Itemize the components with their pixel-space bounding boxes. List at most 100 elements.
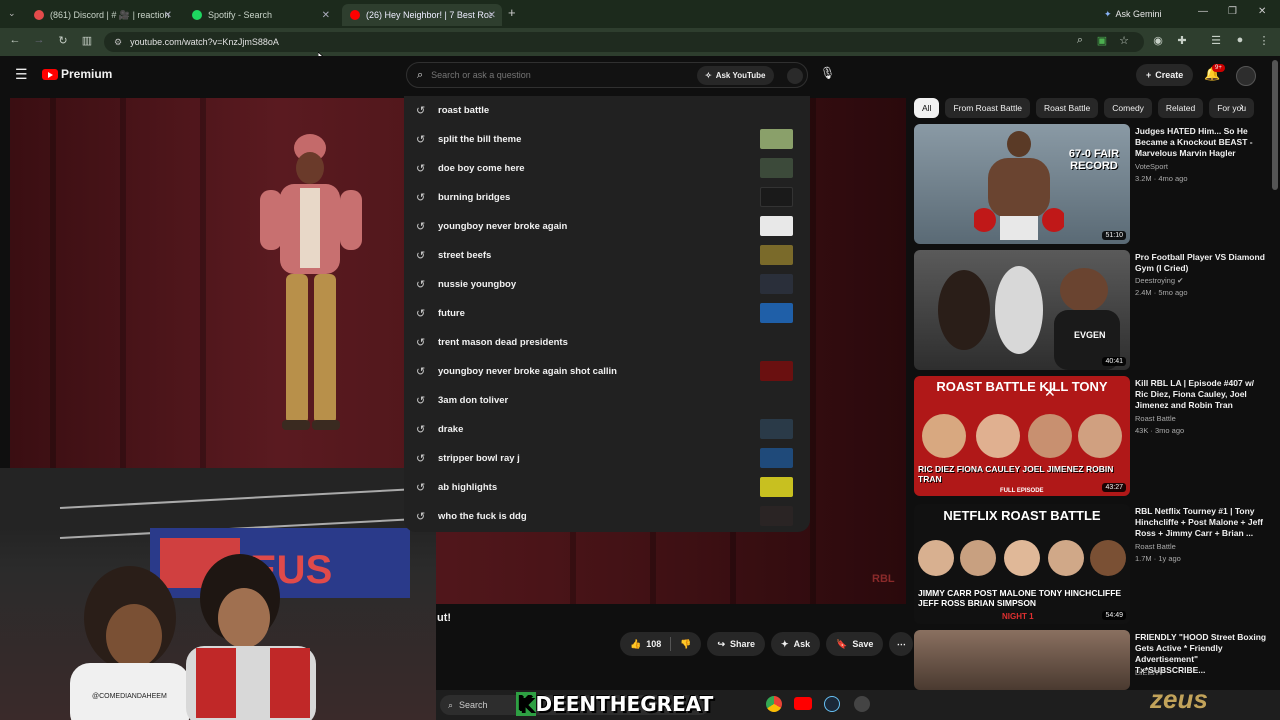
chip-comedy[interactable]: Comedy <box>1104 98 1152 118</box>
video-meta: 43K · 3mo ago <box>1135 426 1185 435</box>
address-bar[interactable]: ⚙ youtube.com/watch?v=KnzJjmS88oA <box>104 32 1144 52</box>
suggestion-item[interactable]: ↺ drake <box>404 415 810 443</box>
bookmark-star-icon[interactable]: ☆ <box>1116 34 1132 47</box>
tab-discord[interactable]: (861) Discord | # 🎥 | reactions ✕ <box>26 4 178 26</box>
window-close-icon[interactable]: ✕ <box>1258 6 1266 17</box>
close-icon[interactable]: ✕ <box>322 10 330 21</box>
video-thumbnail[interactable]: NETFLIX ROAST BATTLE JIMMY CARR POST MAL… <box>914 504 1130 624</box>
video-thumbnail[interactable]: 67-0 FAIR RECORD 51:10 <box>914 124 1130 244</box>
video-thumbnail[interactable]: EVGEN 40:41 <box>914 250 1130 370</box>
comedian-faces <box>918 540 1126 576</box>
hamburger-menu-icon[interactable]: ☰ <box>15 66 28 83</box>
video-title[interactable]: Kill RBL LA | Episode #407 w/ Ric Diez, … <box>1135 378 1267 411</box>
channel-name[interactable]: LilElisTv <box>1135 668 1163 677</box>
suggestion-item[interactable]: ↺ burning bridges <box>404 183 810 211</box>
thumbs-down-icon[interactable]: 👎 <box>680 639 691 650</box>
search-input[interactable] <box>431 70 682 80</box>
site-info-icon[interactable]: ⚙ <box>114 37 122 48</box>
suggestion-item[interactable]: ↺ roast battle <box>404 96 810 124</box>
suggestion-item[interactable]: ↺ ab highlights <box>404 473 810 501</box>
suggestion-item[interactable]: ↺ 3am don toliver <box>404 386 810 414</box>
recommendation-card[interactable]: EVGEN 40:41 Pro Football Player VS Diamo… <box>914 250 1267 370</box>
tab-spotify[interactable]: Spotify - Search ✕ <box>184 4 336 26</box>
app-icon[interactable] <box>854 696 870 712</box>
reload-icon[interactable]: ↻ <box>55 34 71 47</box>
suggestion-text: drake <box>438 423 464 435</box>
close-icon[interactable]: ✕ <box>164 10 172 21</box>
profile-icon[interactable]: ● <box>1232 34 1248 46</box>
video-thumbnail[interactable]: ROAST BATTLE KILL TONY RIC DIEZ FIONA CA… <box>914 376 1130 496</box>
suggestion-item[interactable]: ↺ youngboy never broke again shot callin <box>404 357 810 385</box>
suggestion-item[interactable]: ↺ split the bill theme <box>404 125 810 153</box>
video-title[interactable]: Pro Football Player VS Diamond Gym (I Cr… <box>1135 252 1267 274</box>
youtube-app-icon[interactable] <box>794 697 812 710</box>
extension-icon[interactable]: ▣ <box>1094 34 1110 47</box>
back-icon[interactable]: ← <box>7 34 23 46</box>
chip-roast-battle[interactable]: Roast Battle <box>1035 98 1099 118</box>
sidebar-icon[interactable]: ▥ <box>79 34 95 47</box>
share-button[interactable]: ↪ Share <box>707 632 766 656</box>
recommendation-card[interactable]: ROAST BATTLE KILL TONY RIC DIEZ FIONA CA… <box>914 376 1264 496</box>
ask-button[interactable]: ✦ Ask <box>771 632 821 656</box>
steam-icon[interactable] <box>824 696 840 712</box>
recommendation-card[interactable]: FRIENDLY "HOOD Street Boxing Gets Active… <box>914 630 1266 690</box>
minimize-icon[interactable]: — <box>1198 6 1208 17</box>
page-scrollbar[interactable] <box>1272 60 1278 190</box>
video-meta: 1.7M · 1y ago <box>1135 554 1181 563</box>
ask-youtube-button[interactable]: ✧ Ask YouTube <box>697 66 774 85</box>
ask-gemini-button[interactable]: ✦ Ask Gemini <box>1104 5 1162 23</box>
chip-related[interactable]: Related <box>1157 98 1204 118</box>
close-icon[interactable]: ✕ <box>488 10 496 21</box>
recommendation-card[interactable]: 67-0 FAIR RECORD 51:10 Judges HATED Him.… <box>914 124 1264 244</box>
chrome-icon[interactable] <box>766 696 782 712</box>
suggestion-item[interactable]: ↺ future <box>404 299 810 327</box>
youtube-logo[interactable]: Premium <box>42 67 112 81</box>
chip-from-roast-battle[interactable]: From Roast Battle <box>945 98 1030 118</box>
extension-icon[interactable]: ◉ <box>1150 34 1166 47</box>
maximize-icon[interactable]: ❐ <box>1228 6 1237 17</box>
suggestion-item[interactable]: ↺ youngboy never broke again <box>404 212 810 240</box>
video-thumbnail[interactable] <box>914 630 1130 690</box>
thumbs-up-icon[interactable]: 👍 <box>630 639 641 650</box>
microphone-icon[interactable]: 🎙 <box>820 66 835 80</box>
suggestion-text: youngboy never broke again <box>438 220 568 232</box>
recommendation-card[interactable]: NETFLIX ROAST BATTLE JIMMY CARR POST MAL… <box>914 504 1264 624</box>
avatar[interactable] <box>1236 66 1256 86</box>
puzzle-icon[interactable]: ✚ <box>1174 34 1190 47</box>
suggestion-thumbnail <box>760 477 793 497</box>
video-title[interactable]: Judges HATED Him... So He Became a Knock… <box>1135 126 1267 159</box>
forward-icon[interactable]: → <box>31 34 47 46</box>
suggestion-item[interactable]: ↺ nussie youngboy <box>404 270 810 298</box>
duration-badge: 43:27 <box>1102 483 1126 492</box>
tab-youtube[interactable]: (26) Hey Neighbor! | 7 Best Roa ✕ <box>342 4 502 26</box>
new-tab-button[interactable]: + <box>508 5 516 20</box>
search-submit-icon[interactable] <box>787 68 803 84</box>
save-button[interactable]: 🔖 Save <box>826 632 884 656</box>
chip-for-you[interactable]: For you <box>1209 98 1255 118</box>
create-button[interactable]: + Create <box>1136 64 1194 86</box>
chip-all[interactable]: All <box>914 98 940 118</box>
channel-name[interactable]: Roast Battle <box>1135 542 1176 551</box>
zoom-icon[interactable]: ⌕ <box>1072 34 1088 47</box>
menu-icon[interactable]: ⋮ <box>1256 34 1272 47</box>
suggestion-item[interactable]: ↺ street beefs <box>404 241 810 269</box>
chevron-right-icon[interactable]: › <box>1240 101 1244 113</box>
suggestion-item[interactable]: ↺ trent mason dead presidents <box>404 328 810 356</box>
reading-list-icon[interactable]: ☰ <box>1208 34 1224 47</box>
video-title[interactable]: RBL Netflix Tourney #1 | Tony Hinchcliff… <box>1135 506 1267 539</box>
browser-tabbar: ⌄ (861) Discord | # 🎥 | reactions ✕ Spot… <box>0 0 1280 28</box>
suggestion-text: youngboy never broke again shot callin <box>438 365 617 377</box>
close-icon[interactable]: ✕ <box>1044 384 1056 401</box>
suggestion-item[interactable]: ↺ who the fuck is ddg <box>404 502 810 530</box>
channel-name[interactable]: VoteSport <box>1135 162 1168 171</box>
suggestion-item[interactable]: ↺ stripper bowl ray j <box>404 444 810 472</box>
ask-label: Ask <box>793 639 811 649</box>
suggestion-text: future <box>438 307 465 319</box>
tab-search-icon[interactable]: ⌄ <box>8 8 16 19</box>
channel-name[interactable]: Deestroying ✔ <box>1135 276 1183 285</box>
more-actions-button[interactable]: ⋯ <box>889 632 914 656</box>
search-bar: ⌕ ✧ Ask YouTube <box>406 62 808 88</box>
suggestion-item[interactable]: ↺ doe boy come here <box>404 154 810 182</box>
history-icon: ↺ <box>416 133 426 146</box>
channel-name[interactable]: Roast Battle <box>1135 414 1176 423</box>
